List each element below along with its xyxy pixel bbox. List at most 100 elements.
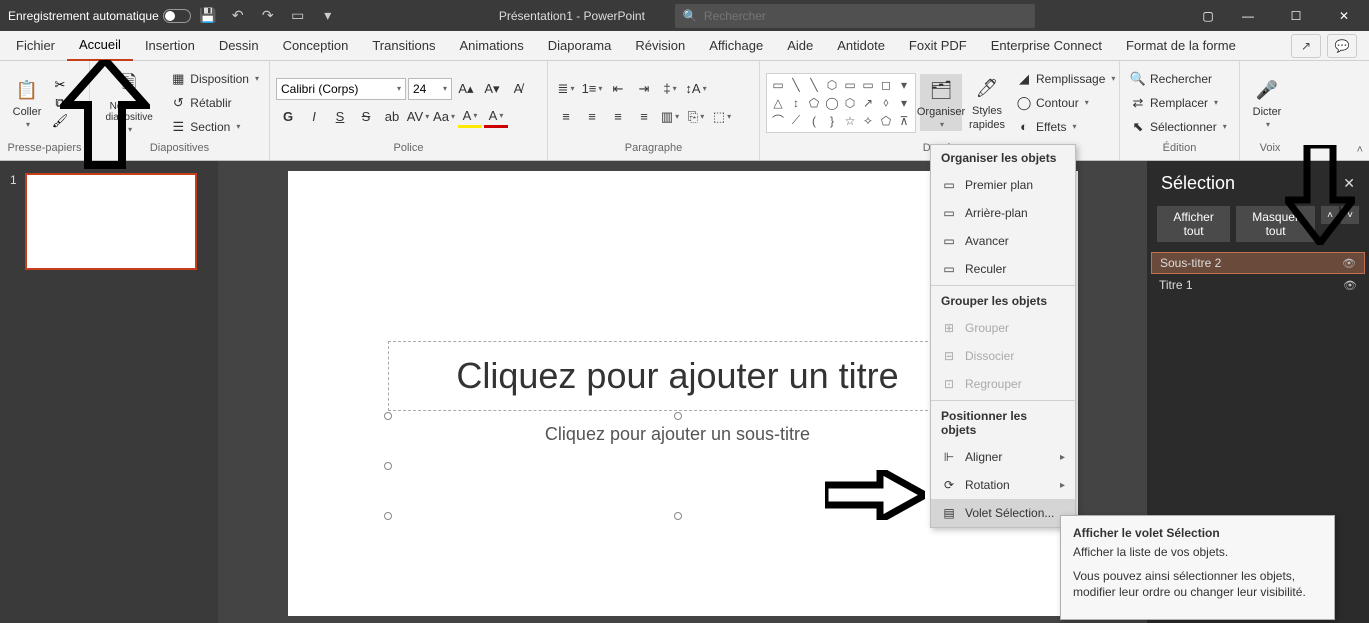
copy-icon[interactable]: ⧉ [52, 95, 68, 111]
tooltip-line1: Afficher la liste de vos objets. [1073, 544, 1322, 560]
shape-effects-button[interactable]: ◐Effets▾ [1012, 116, 1119, 138]
clear-format-icon[interactable]: A̸ [506, 78, 530, 100]
comments-icon[interactable]: 💬 [1327, 34, 1357, 58]
ribbon-display-options-icon[interactable]: ▢ [1193, 0, 1223, 31]
shapes-gallery[interactable]: ▭╲╲⬡▭▭◻▾ △↕⬠◯⬡↗⬨▾ ⌒⟋(}☆⟡⬠⊼ [766, 73, 916, 133]
menu-align[interactable]: ⊩Aligner▸ [931, 443, 1075, 471]
numbering-icon[interactable]: 1≡▾ [580, 78, 604, 100]
thumbnail-preview[interactable] [25, 173, 197, 270]
save-icon[interactable]: 💾 [195, 3, 221, 29]
tab-view[interactable]: Affichage [697, 31, 775, 61]
autosave-toggle[interactable] [163, 9, 191, 23]
maximize-button[interactable]: ☐ [1273, 0, 1319, 31]
find-button[interactable]: 🔍Rechercher [1126, 68, 1231, 90]
section-button[interactable]: ☰Section▾ [166, 116, 263, 138]
undo-icon[interactable]: ↶ [225, 3, 251, 29]
tab-insert[interactable]: Insertion [133, 31, 207, 61]
char-spacing-icon[interactable]: AV▾ [406, 106, 430, 128]
subtitle-placeholder[interactable]: Cliquez pour ajouter un sous-titre [388, 416, 968, 516]
tab-foxit[interactable]: Foxit PDF [897, 31, 979, 61]
align-left-icon[interactable]: ≡ [554, 106, 578, 128]
new-slide-button[interactable]: 🗎 Nouvelle diapositive ▾ [96, 69, 162, 136]
shape-fill-button[interactable]: ◢Remplissage▾ [1012, 68, 1119, 90]
decrease-font-icon[interactable]: A▾ [480, 78, 504, 100]
collapse-ribbon-icon[interactable]: ˄ [1357, 144, 1363, 156]
align-text-icon[interactable]: ⎘▾ [684, 106, 708, 128]
underline-button[interactable]: S [328, 106, 352, 128]
tab-animations[interactable]: Animations [447, 31, 535, 61]
tab-slideshow[interactable]: Diaporama [536, 31, 624, 61]
tab-design[interactable]: Conception [271, 31, 361, 61]
share-icon[interactable]: ↗ [1291, 34, 1321, 58]
format-painter-icon[interactable]: 🖌 [52, 113, 68, 129]
select-button[interactable]: ⬉Sélectionner▾ [1126, 116, 1231, 138]
slide-thumbnail[interactable]: 1 [10, 173, 208, 270]
menu-rotate[interactable]: ⟳Rotation▸ [931, 471, 1075, 499]
show-all-button[interactable]: Afficher tout [1157, 206, 1230, 242]
font-color-icon[interactable]: A▾ [484, 106, 508, 128]
bold-button[interactable]: G [276, 106, 300, 128]
menu-send-backward[interactable]: ▭Reculer [931, 255, 1075, 283]
visibility-icon[interactable]: 👁 [1343, 279, 1357, 292]
document-title: Présentation1 - PowerPoint [499, 9, 645, 23]
search-box[interactable]: 🔍 [675, 4, 1035, 28]
visibility-icon[interactable]: 👁 [1342, 257, 1356, 270]
align-right-icon[interactable]: ≡ [606, 106, 630, 128]
strikethrough-button[interactable]: S [354, 106, 378, 128]
selection-item-title[interactable]: Titre 1 👁 [1151, 274, 1365, 296]
tab-transitions[interactable]: Transitions [360, 31, 447, 61]
tab-shape-format[interactable]: Format de la forme [1114, 31, 1248, 61]
shadow-button[interactable]: ab [380, 106, 404, 128]
menu-selection-pane[interactable]: ▤Volet Sélection... [931, 499, 1075, 527]
tab-home[interactable]: Accueil [67, 31, 133, 61]
title-placeholder[interactable]: Cliquez pour ajouter un titre [388, 341, 968, 411]
tooltip-title: Afficher le volet Sélection [1073, 526, 1322, 540]
qat-more-icon[interactable]: ▾ [315, 3, 341, 29]
cut-icon[interactable]: ✂ [52, 77, 68, 93]
search-input[interactable] [704, 9, 1027, 23]
bullets-icon[interactable]: ≣▾ [554, 78, 578, 100]
columns-icon[interactable]: ▥▾ [658, 106, 682, 128]
tab-enterprise[interactable]: Enterprise Connect [979, 31, 1114, 61]
tab-draw[interactable]: Dessin [207, 31, 271, 61]
move-down-icon[interactable]: ˅ [1341, 206, 1359, 224]
increase-font-icon[interactable]: A▴ [454, 78, 478, 100]
selection-item-subtitle[interactable]: Sous-titre 2 👁 [1151, 252, 1365, 274]
thumbnail-panel[interactable]: 1 [0, 161, 218, 623]
layout-button[interactable]: ▦Disposition▾ [166, 68, 263, 90]
tab-file[interactable]: Fichier [4, 31, 67, 61]
move-up-icon[interactable]: ˄ [1321, 206, 1339, 224]
outline-icon: ◯ [1016, 95, 1032, 111]
text-direction-icon[interactable]: ↕A▾ [684, 78, 708, 100]
slideshow-start-icon[interactable]: ▭ [285, 3, 311, 29]
smartart-icon[interactable]: ⬚▾ [710, 106, 734, 128]
reset-button[interactable]: ↺Rétablir [166, 92, 263, 114]
hide-all-button[interactable]: Masquer tout [1236, 206, 1315, 242]
menu-bring-forward[interactable]: ▭Avancer [931, 227, 1075, 255]
quick-styles-button[interactable]: 🖊 Styles rapides [966, 73, 1008, 133]
menu-send-back[interactable]: ▭Arrière-plan [931, 199, 1075, 227]
decrease-indent-icon[interactable]: ⇤ [606, 78, 630, 100]
tab-help[interactable]: Aide [775, 31, 825, 61]
arrange-button[interactable]: 🗂 Organiser ▾ [920, 74, 962, 131]
redo-icon[interactable]: ↷ [255, 3, 281, 29]
tab-review[interactable]: Révision [623, 31, 697, 61]
line-spacing-icon[interactable]: ‡▾ [658, 78, 682, 100]
tab-antidote[interactable]: Antidote [825, 31, 897, 61]
minimize-button[interactable]: — [1225, 0, 1271, 31]
font-name-combo[interactable]: Calibri (Corps)▾ [276, 78, 406, 100]
replace-button[interactable]: ⇄Remplacer▾ [1126, 92, 1231, 114]
align-center-icon[interactable]: ≡ [580, 106, 604, 128]
shape-outline-button[interactable]: ◯Contour▾ [1012, 92, 1119, 114]
close-pane-icon[interactable]: ✕ [1343, 175, 1355, 192]
change-case-icon[interactable]: Aa▾ [432, 106, 456, 128]
justify-icon[interactable]: ≡ [632, 106, 656, 128]
highlight-icon[interactable]: A▾ [458, 106, 482, 128]
menu-bring-front[interactable]: ▭Premier plan [931, 171, 1075, 199]
font-size-combo[interactable]: 24▾ [408, 78, 452, 100]
dictate-button[interactable]: 🎤 Dicter ▾ [1246, 74, 1288, 131]
paste-button[interactable]: 📋 Coller ▾ [6, 74, 48, 131]
italic-button[interactable]: I [302, 106, 326, 128]
close-button[interactable]: ✕ [1321, 0, 1367, 31]
increase-indent-icon[interactable]: ⇥ [632, 78, 656, 100]
